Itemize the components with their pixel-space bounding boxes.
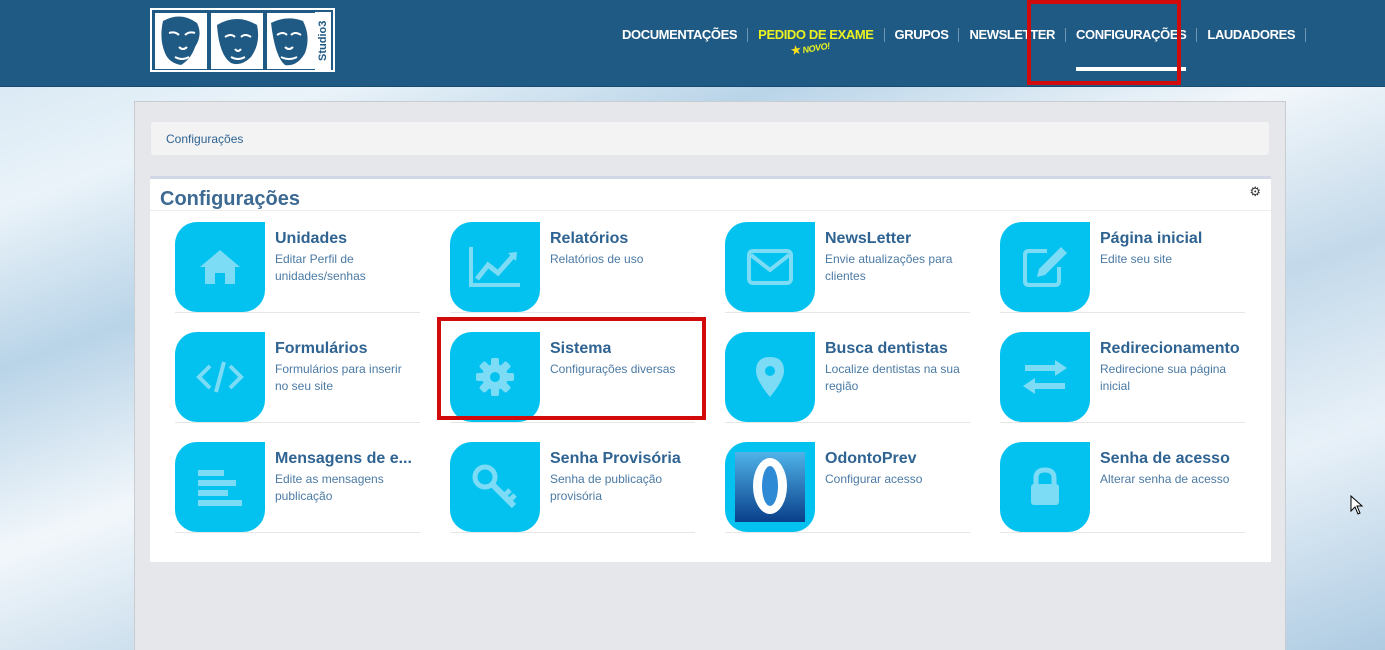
breadcrumb: Configurações xyxy=(151,122,1269,155)
page-title: Configurações xyxy=(160,188,301,210)
tile-odontoprev[interactable]: OdontoPrev Configurar acesso xyxy=(725,442,970,533)
tile-title: NewsLetter xyxy=(825,230,912,247)
envelope-icon xyxy=(725,222,815,312)
tile-title: Senha de acesso xyxy=(1100,450,1230,467)
new-badge-label: NOVO! xyxy=(801,40,831,56)
nav-label: DOCUMENTAÇÕES xyxy=(622,27,738,42)
exchange-icon xyxy=(1000,332,1090,422)
tile-title: Unidades xyxy=(275,230,348,247)
tile-description: Configurar acesso xyxy=(825,472,923,486)
align-left-icon xyxy=(175,442,265,532)
tile-description: Envie atualizações para clientes xyxy=(825,252,953,283)
edit-icon xyxy=(1000,222,1090,312)
tile-description: Alterar senha de acesso xyxy=(1100,472,1230,486)
tile-description: Senha de publicação provisória xyxy=(550,472,663,503)
logo-studio-text: Studio3 xyxy=(315,12,331,70)
lock-icon xyxy=(1000,442,1090,532)
breadcrumb-item[interactable]: Configurações xyxy=(166,132,243,146)
tile-redirecionamento[interactable]: Redirecionamento Redirecione sua página … xyxy=(1000,332,1245,423)
logo-face-1 xyxy=(155,13,207,69)
tile-newsletter[interactable]: NewsLetter Envie atualizações para clien… xyxy=(725,222,970,313)
active-underline xyxy=(1076,67,1187,71)
nav-newsletter[interactable]: NEWSLETTER xyxy=(959,0,1065,87)
tile-description: Localize dentistas na sua região xyxy=(825,362,960,393)
key-icon xyxy=(450,442,540,532)
tile-title: Relatórios xyxy=(550,230,629,247)
tile-description: Edite seu site xyxy=(1100,252,1173,266)
top-navbar: Studio3 DOCUMENTAÇÕES PEDIDO DE EXAME ★N… xyxy=(0,0,1385,87)
tile-description: Editar Perfil de unidades/senhas xyxy=(275,252,366,283)
main-nav: DOCUMENTAÇÕES PEDIDO DE EXAME ★NOVO! GRU… xyxy=(612,0,1307,87)
tile-formularios[interactable]: Formulários Formulários para inserir no … xyxy=(175,332,420,423)
tile-title: Sistema xyxy=(550,340,612,357)
logo-face-2 xyxy=(211,13,263,69)
tile-senha-de-acesso[interactable]: Senha de acesso Alterar senha de acesso xyxy=(1000,442,1245,533)
tile-mensagens[interactable]: Mensagens de e... Edite as mensagens pub… xyxy=(175,442,420,533)
nav-configuracoes[interactable]: CONFIGURAÇÕES xyxy=(1066,0,1196,87)
title-divider xyxy=(150,210,1271,211)
tile-pagina-inicial[interactable]: Página inicial Edite seu site xyxy=(1000,222,1245,313)
tile-title: Busca dentistas xyxy=(825,340,948,357)
nav-documentacoes[interactable]: DOCUMENTAÇÕES xyxy=(612,0,747,87)
star-icon: ★ xyxy=(789,41,803,59)
gear-icon[interactable]: ⚙ xyxy=(1249,184,1261,200)
map-marker-icon xyxy=(725,332,815,422)
nav-laudadores[interactable]: LAUDADORES xyxy=(1197,0,1305,87)
logo-face-3 xyxy=(267,13,319,69)
mouse-cursor-icon xyxy=(1350,494,1364,515)
tile-unidades[interactable]: Unidades Editar Perfil de unidades/senha… xyxy=(175,222,420,313)
settings-card: Configurações ⚙ Unidades Editar Perfil d… xyxy=(150,176,1271,562)
nav-label: CONFIGURAÇÕES xyxy=(1076,27,1187,42)
tile-description: Redirecione sua página inicial xyxy=(1100,362,1227,393)
odontoprev-logo xyxy=(725,442,815,532)
tile-title: Redirecionamento xyxy=(1100,340,1240,357)
nav-grupos[interactable]: GRUPOS xyxy=(885,0,959,87)
nav-label: GRUPOS xyxy=(894,27,949,42)
tile-title: Mensagens de e... xyxy=(275,450,412,467)
tile-description: Relatórios de uso xyxy=(550,252,644,266)
tile-busca-dentistas[interactable]: Busca dentistas Localize dentistas na su… xyxy=(725,332,970,423)
content-panel: Configurações Configurações ⚙ Unidades E… xyxy=(134,101,1286,650)
gear-icon xyxy=(450,332,540,422)
studio3-logo[interactable]: Studio3 xyxy=(150,8,335,72)
tile-senha-provisoria[interactable]: Senha Provisória Senha de publicação pro… xyxy=(450,442,695,533)
tile-sistema[interactable]: Sistema Configurações diversas xyxy=(450,332,695,423)
tile-description: Edite as mensagens publicação xyxy=(275,472,384,503)
code-icon xyxy=(175,332,265,422)
tile-title: OdontoPrev xyxy=(825,450,917,467)
tile-title: Senha Provisória xyxy=(550,450,681,467)
tile-description: Configurações diversas xyxy=(550,362,676,376)
nav-label: LAUDADORES xyxy=(1207,27,1296,42)
line-chart-icon xyxy=(450,222,540,312)
tile-description: Formulários para inserir no seu site xyxy=(275,362,402,393)
nav-divider xyxy=(1305,28,1307,42)
tile-title: Formulários xyxy=(275,340,368,357)
tile-relatorios[interactable]: Relatórios Relatórios de uso xyxy=(450,222,695,313)
nav-pedido-de-exame[interactable]: PEDIDO DE EXAME ★NOVO! xyxy=(748,0,883,87)
home-icon xyxy=(175,222,265,312)
tile-title: Página inicial xyxy=(1100,230,1203,247)
nav-label: NEWSLETTER xyxy=(969,27,1056,42)
